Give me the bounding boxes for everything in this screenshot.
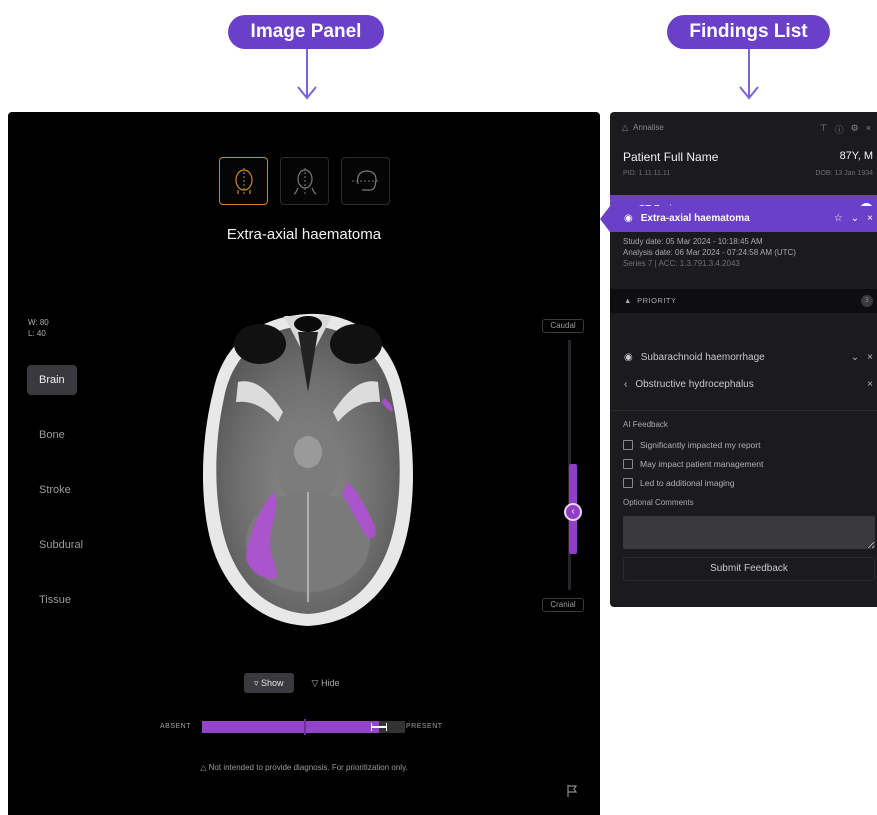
finding-item-extra-axial[interactable]: ◉ Extra-axial haematoma ☆ ⌄ × bbox=[624, 206, 877, 232]
down-arrow-icon bbox=[739, 49, 759, 100]
checkbox[interactable] bbox=[623, 440, 633, 450]
preset-brain[interactable]: Brain bbox=[27, 365, 77, 395]
head-axial-icon bbox=[234, 168, 253, 194]
slice-cranial-label: Cranial bbox=[542, 598, 584, 612]
priority-count: 3 bbox=[861, 295, 873, 307]
image-panel-callout: Image Panel bbox=[228, 15, 384, 49]
finding-actions: ⌄ × bbox=[851, 345, 873, 371]
finding-label: Obstructive hydrocephalus bbox=[635, 379, 754, 390]
feedback-option-imaging[interactable]: Led to additional imaging bbox=[623, 478, 735, 488]
window-level-readout: W: 80 L: 40 bbox=[28, 317, 49, 339]
finding-item-subarachnoid[interactable]: ◉ Subarachnoid haemorrhage ⌄ × bbox=[610, 345, 877, 371]
comments-label: Optional Comments bbox=[623, 498, 694, 507]
confidence-present-label: PRESENT bbox=[406, 723, 443, 730]
overlay-toggle: ▿ Show ▽ Hide bbox=[244, 673, 349, 693]
dismiss-icon[interactable]: × bbox=[867, 372, 873, 398]
findings-header: △ Annalise ⊤ ⓘ ⚙ × bbox=[622, 123, 877, 137]
show-label: Show bbox=[261, 678, 284, 688]
coronal-view-button[interactable] bbox=[341, 157, 390, 205]
study-date: Study date: 05 Mar 2024 - 10:18:45 AM bbox=[623, 237, 763, 246]
findings-panel: △ Annalise ⊤ ⓘ ⚙ × Patient Full Name 87Y… bbox=[610, 112, 877, 607]
ct-brain-image[interactable] bbox=[188, 302, 428, 632]
study-info: Study date: 05 Mar 2024 - 10:18:45 AM An… bbox=[623, 236, 796, 269]
hide-label: Hide bbox=[320, 678, 340, 688]
finding-title: Extra-axial haematoma bbox=[226, 226, 382, 243]
feedback-option-label: Led to additional imaging bbox=[640, 478, 735, 488]
window-level: L: 40 bbox=[28, 329, 46, 338]
patient-name: Patient Full Name bbox=[623, 150, 719, 164]
feedback-option-report[interactable]: Significantly impacted my report bbox=[623, 440, 760, 450]
preset-tissue[interactable]: Tissue bbox=[27, 585, 77, 615]
disclaimer: △ Not intended to provide diagnosis. For… bbox=[8, 763, 600, 772]
chevron-down-icon[interactable]: ⌄ bbox=[851, 345, 859, 371]
priority-label: PRIORITY bbox=[637, 296, 677, 305]
eye-off-icon: ▽ bbox=[311, 678, 321, 688]
series: Series 7 bbox=[623, 259, 653, 268]
preset-subdural[interactable]: Subdural bbox=[27, 530, 83, 560]
series-acc: Series 7 | ACC: 1.3.791.3.4.2043 bbox=[623, 259, 740, 268]
settings-icon[interactable]: ⚙ bbox=[851, 123, 859, 136]
priority-warning-icon: ▲ bbox=[624, 296, 638, 305]
slice-slider-handle[interactable]: ‹ bbox=[564, 503, 582, 521]
feedback-option-management[interactable]: May impact patient management bbox=[623, 459, 763, 469]
flag-icon[interactable] bbox=[566, 784, 578, 798]
star-icon[interactable]: ☆ bbox=[834, 206, 843, 232]
head-front-icon bbox=[293, 168, 316, 195]
window-width: W: 80 bbox=[28, 318, 49, 327]
divider bbox=[610, 410, 877, 411]
disclaimer-text: Not intended to provide diagnosis. For p… bbox=[208, 763, 408, 772]
finding-type-icon: ◉ bbox=[624, 352, 633, 363]
dismiss-icon[interactable]: × bbox=[867, 345, 873, 371]
finding-label: Subarachnoid haemorrhage bbox=[640, 352, 765, 363]
patient-dob: DOB: 13 Jan 1934 bbox=[815, 170, 873, 177]
confidence-range-marker bbox=[370, 723, 387, 731]
hide-overlay-button[interactable]: ▽ Hide bbox=[302, 673, 350, 693]
confidence-threshold-marker bbox=[303, 719, 306, 735]
sagittal-view-button[interactable] bbox=[280, 157, 329, 205]
checkbox[interactable] bbox=[623, 459, 633, 469]
findings-list-callout: Findings List bbox=[667, 15, 830, 49]
show-overlay-button[interactable]: ▿ Show bbox=[244, 673, 294, 693]
checkbox[interactable] bbox=[623, 478, 633, 488]
head-profile-icon bbox=[351, 170, 380, 191]
header-icons: ⊤ ⓘ ⚙ × bbox=[820, 123, 871, 136]
slice-caudal-label: Caudal bbox=[542, 319, 584, 333]
priority-section-header[interactable]: ▲ PRIORITY 3 bbox=[610, 289, 877, 313]
patient-age-sex: 87Y, M bbox=[839, 150, 873, 162]
finding-type-icon: ◉ bbox=[624, 213, 633, 224]
chevron-down-icon[interactable]: ⌄ bbox=[851, 206, 859, 232]
close-icon[interactable]: × bbox=[866, 123, 871, 136]
accession: ACC: 1.3.791.3.4.2043 bbox=[658, 259, 740, 268]
finding-label: Extra-axial haematoma bbox=[640, 213, 750, 224]
feedback-option-label: Significantly impacted my report bbox=[640, 440, 761, 450]
warning-icon: △ bbox=[200, 763, 209, 772]
comments-input[interactable] bbox=[623, 516, 875, 549]
view-orientation-toggle bbox=[219, 157, 390, 205]
down-arrow-icon bbox=[297, 49, 317, 100]
feedback-option-label: May impact patient management bbox=[640, 459, 764, 469]
chevron-left-icon: ‹ bbox=[624, 379, 628, 390]
help-icon[interactable]: ⓘ bbox=[835, 123, 844, 136]
preset-stroke[interactable]: Stroke bbox=[27, 475, 77, 505]
finding-actions: × bbox=[867, 372, 873, 398]
eye-icon: ▿ bbox=[254, 678, 262, 688]
annalise-logo-icon: △ bbox=[622, 123, 629, 132]
finding-item-hydrocephalus[interactable]: ‹ Obstructive hydrocephalus × bbox=[610, 372, 877, 398]
confidence-absent-label: ABSENT bbox=[160, 723, 192, 730]
image-panel: Extra-axial haematoma W: 80 L: 40 Brain … bbox=[8, 112, 600, 815]
submit-feedback-button[interactable]: Submit Feedback bbox=[623, 557, 875, 581]
app-name: Annalise bbox=[633, 123, 664, 132]
preset-bone[interactable]: Bone bbox=[27, 420, 77, 450]
analysis-date: Analysis date: 06 Mar 2024 - 07:24:58 AM… bbox=[623, 248, 796, 257]
axial-view-button[interactable] bbox=[219, 157, 268, 205]
finding-actions: ☆ ⌄ × bbox=[834, 206, 873, 232]
pin-icon[interactable]: ⊤ bbox=[820, 123, 828, 136]
dismiss-icon[interactable]: × bbox=[867, 206, 873, 232]
confidence-bar bbox=[202, 719, 405, 735]
confidence-fill bbox=[202, 721, 379, 733]
patient-id: PID: 1.11.11.11 bbox=[623, 170, 671, 177]
feedback-title: AI Feedback bbox=[623, 420, 668, 429]
